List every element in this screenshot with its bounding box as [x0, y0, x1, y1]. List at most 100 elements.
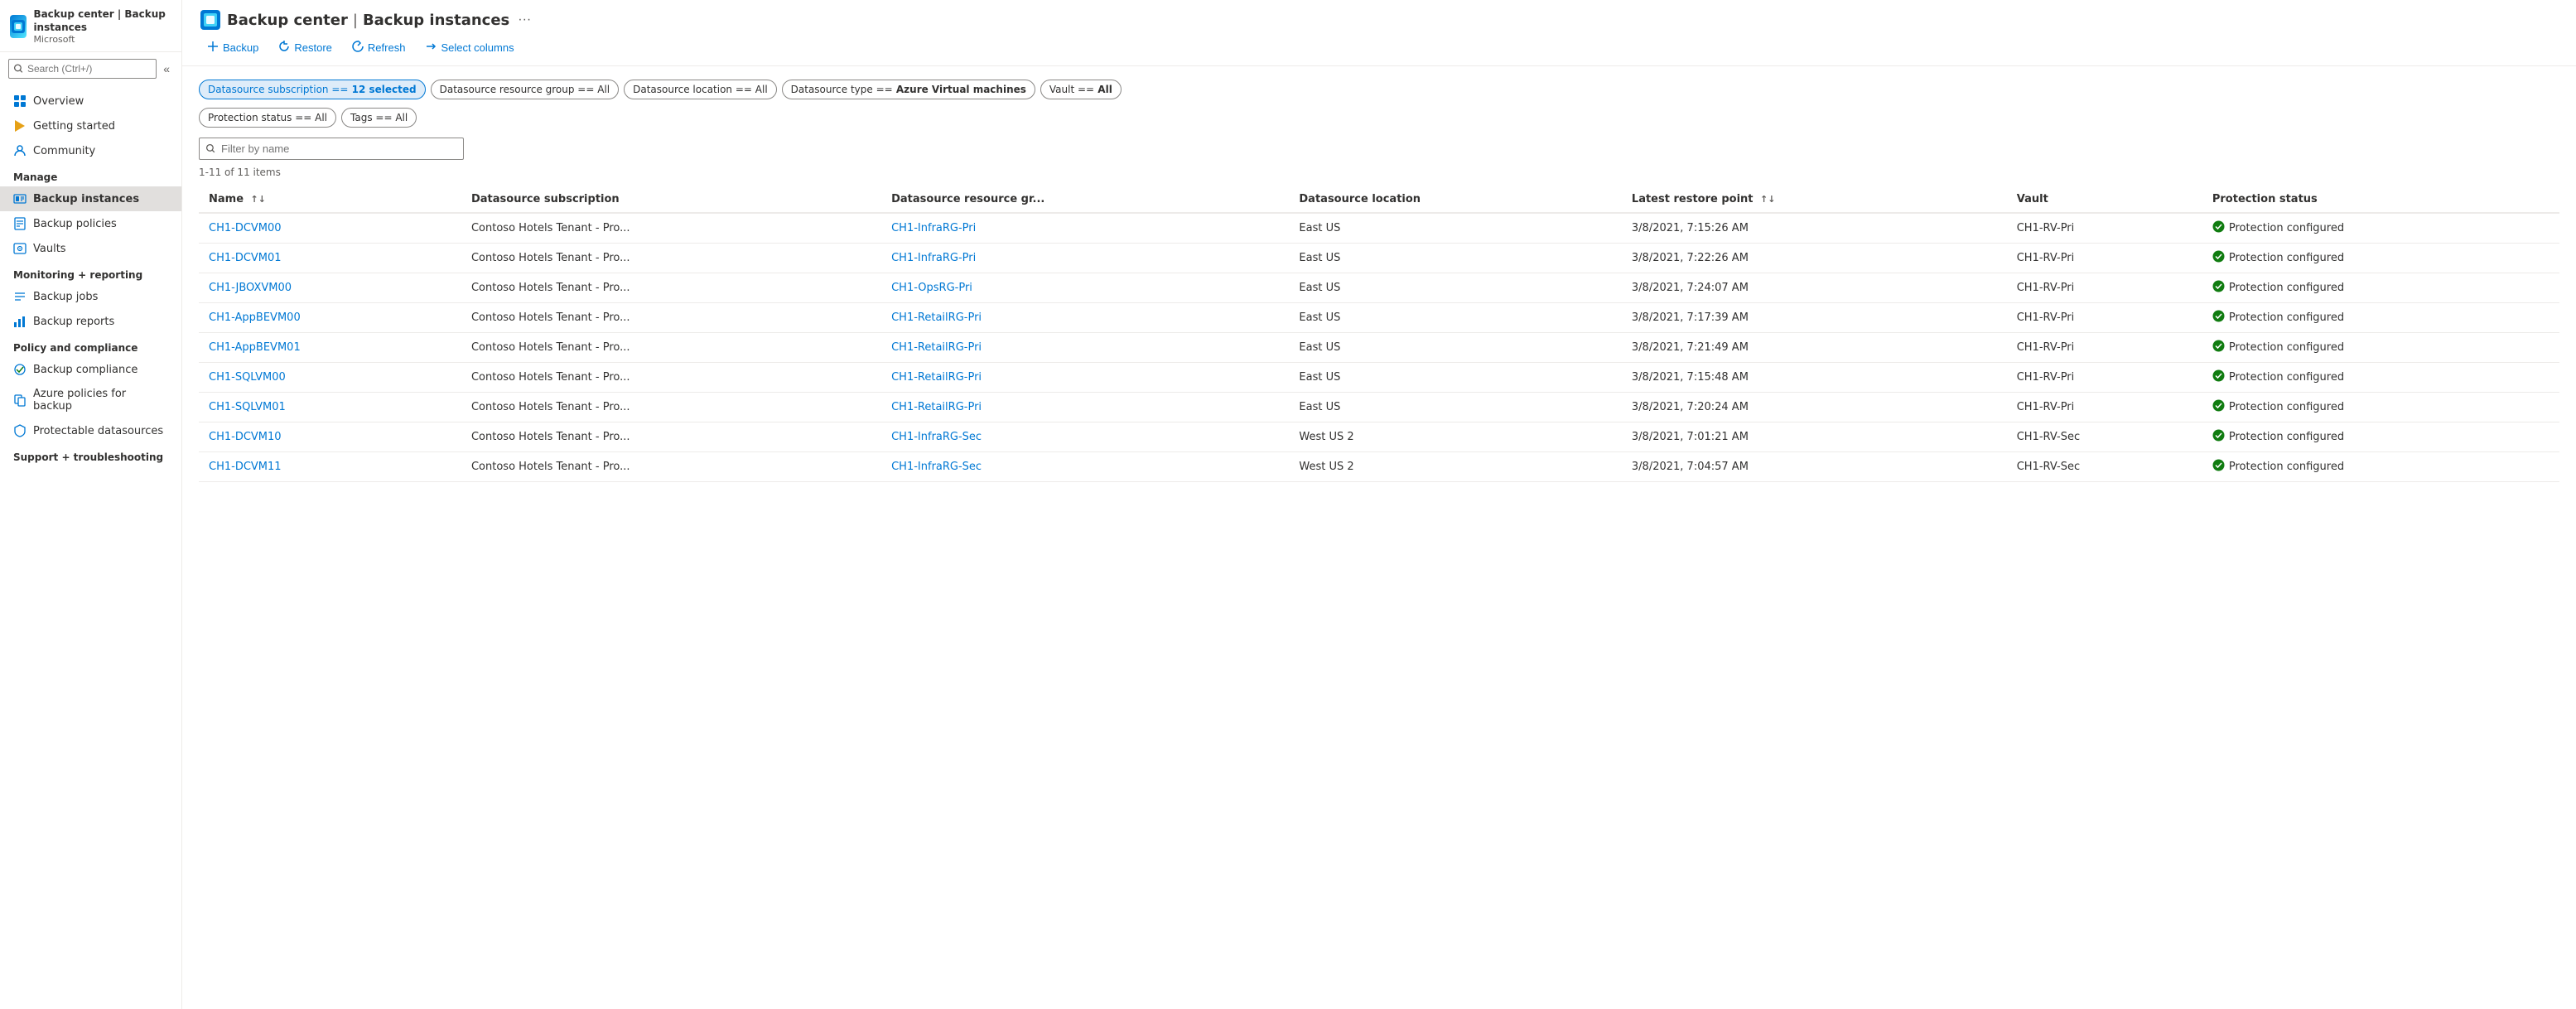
- overview-icon: [13, 94, 27, 108]
- cell-subscription-1: Contoso Hotels Tenant - Pro...: [461, 244, 881, 273]
- resource-group-link-0[interactable]: CH1-InfraRG-Pri: [891, 222, 976, 234]
- content-area: Datasource subscription == 12 selected D…: [182, 66, 2576, 1009]
- cell-status-1: Protection configured: [2202, 244, 2559, 273]
- sort-icon-name: ↑↓: [251, 194, 266, 205]
- resource-group-link-8[interactable]: CH1-InfraRG-Sec: [891, 461, 982, 473]
- name-link-7[interactable]: CH1-DCVM10: [209, 431, 282, 443]
- resource-group-link-3[interactable]: CH1-RetailRG-Pri: [891, 311, 982, 324]
- filter-tags[interactable]: Tags == All: [341, 108, 417, 128]
- sidebar-item-backup-policies[interactable]: Backup policies: [0, 211, 181, 236]
- cell-restore-point-8: 3/8/2021, 7:04:57 AM: [1622, 452, 2007, 482]
- cell-subscription-7: Contoso Hotels Tenant - Pro...: [461, 422, 881, 452]
- app-icon: [10, 15, 27, 38]
- filter-datasource-subscription[interactable]: Datasource subscription == 12 selected: [199, 80, 426, 99]
- col-header-vault[interactable]: Vault: [2007, 186, 2202, 213]
- main-header: Backup center | Backup instances ··· Bac…: [182, 0, 2576, 66]
- name-link-1[interactable]: CH1-DCVM01: [209, 252, 282, 264]
- sidebar-item-community[interactable]: Community: [0, 138, 181, 163]
- col-header-name[interactable]: Name ↑↓: [199, 186, 461, 213]
- cell-status-4: Protection configured: [2202, 333, 2559, 363]
- name-link-2[interactable]: CH1-JBOXVM00: [209, 282, 292, 294]
- sidebar-item-backup-instances[interactable]: Backup instances: [0, 186, 181, 211]
- status-text-4: Protection configured: [2229, 341, 2344, 354]
- resource-group-link-7[interactable]: CH1-InfraRG-Sec: [891, 431, 982, 443]
- cell-restore-point-0: 3/8/2021, 7:15:26 AM: [1622, 213, 2007, 244]
- table-row: CH1-DCVM00 Contoso Hotels Tenant - Pro..…: [199, 213, 2559, 244]
- protection-configured-icon-6: [2212, 399, 2225, 415]
- col-header-datasource-resource-group[interactable]: Datasource resource gr...: [881, 186, 1289, 213]
- status-text-3: Protection configured: [2229, 311, 2344, 324]
- sidebar: Backup center | Backup instances Microso…: [0, 0, 182, 1009]
- refresh-button[interactable]: Refresh: [344, 36, 414, 59]
- filter-name-row: [199, 138, 2559, 160]
- name-link-6[interactable]: CH1-SQLVM01: [209, 401, 286, 413]
- select-columns-button[interactable]: Select columns: [417, 36, 522, 59]
- resource-group-link-1[interactable]: CH1-InfraRG-Pri: [891, 252, 976, 264]
- items-count: 1-11 of 11 items: [199, 167, 2559, 178]
- sidebar-item-backup-jobs[interactable]: Backup jobs: [0, 284, 181, 309]
- col-header-datasource-subscription[interactable]: Datasource subscription: [461, 186, 881, 213]
- sidebar-item-getting-started-label: Getting started: [33, 120, 115, 133]
- cell-subscription-6: Contoso Hotels Tenant - Pro...: [461, 393, 881, 422]
- filter-datasource-resource-group[interactable]: Datasource resource group == All: [431, 80, 620, 99]
- app-title: Backup center | Backup instances: [33, 8, 171, 34]
- refresh-button-icon: [352, 41, 364, 55]
- cell-vault-7: CH1-RV-Sec: [2007, 422, 2202, 452]
- select-columns-button-label: Select columns: [441, 41, 514, 54]
- col-header-latest-restore-point[interactable]: Latest restore point ↑↓: [1622, 186, 2007, 213]
- search-input[interactable]: [8, 59, 157, 79]
- cell-vault-2: CH1-RV-Pri: [2007, 273, 2202, 303]
- cell-name-3: CH1-AppBEVM00: [199, 303, 461, 333]
- filters-row: Datasource subscription == 12 selected D…: [199, 80, 2559, 99]
- filter-protection-status[interactable]: Protection status == All: [199, 108, 336, 128]
- cell-name-5: CH1-SQLVM00: [199, 363, 461, 393]
- cell-location-2: East US: [1289, 273, 1622, 303]
- filter-vault[interactable]: Vault == All: [1040, 80, 1122, 99]
- cell-status-8: Protection configured: [2202, 452, 2559, 482]
- cell-vault-4: CH1-RV-Pri: [2007, 333, 2202, 363]
- cell-location-8: West US 2: [1289, 452, 1622, 482]
- cell-name-2: CH1-JBOXVM00: [199, 273, 461, 303]
- name-link-3[interactable]: CH1-AppBEVM00: [209, 311, 301, 324]
- backup-button-icon: [207, 41, 219, 55]
- cell-location-3: East US: [1289, 303, 1622, 333]
- sidebar-collapse-button[interactable]: «: [160, 60, 173, 77]
- sort-icon-restore-point: ↑↓: [1760, 194, 1775, 205]
- col-header-protection-status[interactable]: Protection status: [2202, 186, 2559, 213]
- cell-status-0: Protection configured: [2202, 213, 2559, 244]
- backup-instances-icon: [13, 192, 27, 205]
- filter-datasource-location[interactable]: Datasource location == All: [624, 80, 777, 99]
- more-options-button[interactable]: ···: [514, 11, 534, 29]
- cell-resource-group-8: CH1-InfraRG-Sec: [881, 452, 1289, 482]
- cell-location-0: East US: [1289, 213, 1622, 244]
- name-link-8[interactable]: CH1-DCVM11: [209, 461, 282, 473]
- cell-restore-point-6: 3/8/2021, 7:20:24 AM: [1622, 393, 2007, 422]
- cell-restore-point-5: 3/8/2021, 7:15:48 AM: [1622, 363, 2007, 393]
- sidebar-item-backup-reports[interactable]: Backup reports: [0, 309, 181, 334]
- name-link-4[interactable]: CH1-AppBEVM01: [209, 341, 301, 354]
- sidebar-item-overview[interactable]: Overview: [0, 89, 181, 113]
- cell-vault-3: CH1-RV-Pri: [2007, 303, 2202, 333]
- filter-name-input[interactable]: [199, 138, 464, 160]
- cell-resource-group-7: CH1-InfraRG-Sec: [881, 422, 1289, 452]
- table-row: CH1-AppBEVM01 Contoso Hotels Tenant - Pr…: [199, 333, 2559, 363]
- sidebar-item-backup-compliance[interactable]: Backup compliance: [0, 357, 181, 382]
- backup-button[interactable]: Backup: [199, 36, 267, 59]
- resource-group-link-6[interactable]: CH1-RetailRG-Pri: [891, 401, 982, 413]
- filter-datasource-type[interactable]: Datasource type == Azure Virtual machine…: [782, 80, 1035, 99]
- breadcrumb-page-title: Backup instances: [363, 12, 509, 29]
- table-row: CH1-DCVM01 Contoso Hotels Tenant - Pro..…: [199, 244, 2559, 273]
- sidebar-item-protectable-datasources-label: Protectable datasources: [33, 425, 163, 437]
- sidebar-item-azure-policies[interactable]: Azure policies for backup: [0, 382, 181, 418]
- sidebar-item-getting-started[interactable]: Getting started: [0, 113, 181, 138]
- resource-group-link-2[interactable]: CH1-OpsRG-Pri: [891, 282, 972, 294]
- col-header-datasource-location[interactable]: Datasource location: [1289, 186, 1622, 213]
- sidebar-item-protectable-datasources[interactable]: Protectable datasources: [0, 418, 181, 443]
- sidebar-item-vaults[interactable]: Vaults: [0, 236, 181, 261]
- resource-group-link-4[interactable]: CH1-RetailRG-Pri: [891, 341, 982, 354]
- restore-button[interactable]: Restore: [270, 36, 340, 59]
- restore-button-icon: [278, 41, 290, 55]
- name-link-5[interactable]: CH1-SQLVM00: [209, 371, 286, 384]
- name-link-0[interactable]: CH1-DCVM00: [209, 222, 282, 234]
- resource-group-link-5[interactable]: CH1-RetailRG-Pri: [891, 371, 982, 384]
